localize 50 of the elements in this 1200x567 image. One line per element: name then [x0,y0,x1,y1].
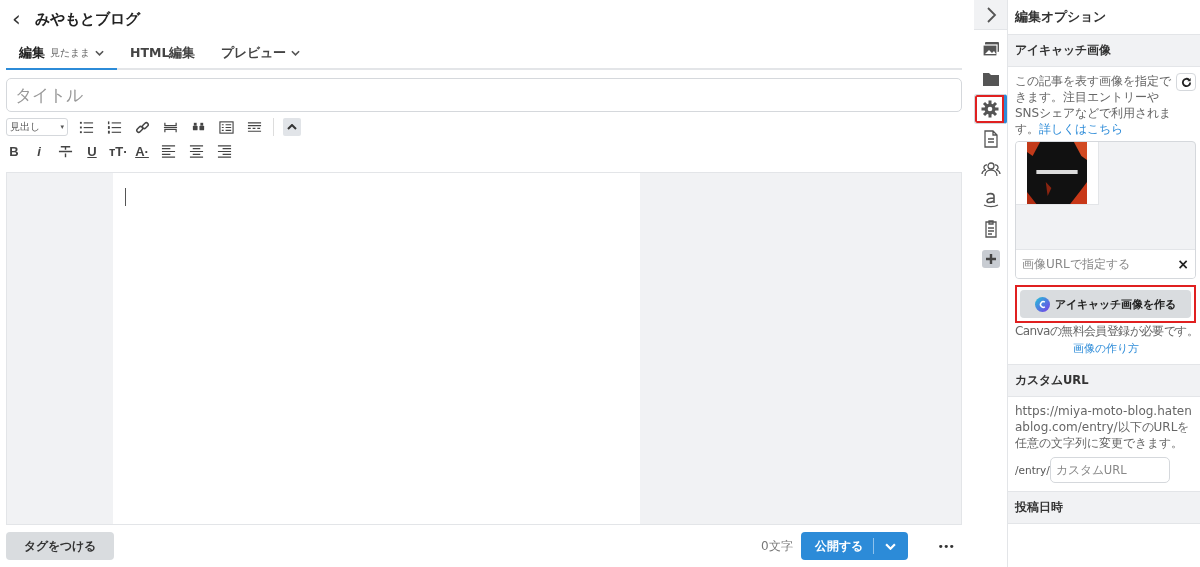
section-heading: カスタムURL [1008,365,1200,397]
bold-button[interactable]: B [6,143,22,159]
italic-button[interactable]: i [31,143,47,159]
refresh-icon [1180,76,1192,88]
numbers-icon[interactable] [107,119,122,135]
title-field[interactable]: タイトル [6,78,962,112]
text-cursor [125,188,126,206]
align-right-icon[interactable] [217,143,232,159]
learn-more-link[interactable]: 詳しくはこちら [1039,122,1123,136]
editor-tab[interactable]: 編集 見たまま [6,38,117,70]
custom-url-description: https://miya-moto-blog.hatenablog.com/entry/以下のURLを任意の文字列に変更できます。 [1015,403,1193,451]
more-button[interactable]: ••• [937,539,954,553]
blog-title: みやもとブログ [34,9,140,29]
character-count: 0文字 [760,537,793,555]
bullets-icon[interactable] [79,119,94,135]
align-center-icon[interactable] [189,143,204,159]
caret-icon [287,124,297,130]
link-icon[interactable] [135,119,150,135]
image-url-field[interactable]: 画像URLで指定する × [1016,249,1195,278]
collapse-toolbar-button[interactable] [283,118,301,136]
custom-url-field[interactable]: カスタムURL [1049,457,1170,483]
plus-icon [980,249,1001,269]
url-prefix: /entry/ [1015,464,1050,476]
more-icon[interactable] [247,119,262,135]
eyecatch-description: この記事を表す画像を指定できます。注目エントリーやSNSシェアなどで利用されます。詳しくはこちら [1015,73,1172,137]
textsize-button[interactable]: тT· [109,143,125,159]
strike-icon[interactable] [58,143,73,159]
image-thumbnail[interactable] [1016,142,1099,205]
how-to-link[interactable]: 画像の作り方 [1015,342,1196,356]
canva-logo-icon [1035,296,1050,312]
underline-button[interactable]: U [84,143,100,159]
textcolor-button[interactable]: A· [134,143,150,159]
editor-tab[interactable]: HTML編集 [117,38,209,70]
add-tags-button[interactable]: タグをつける [6,532,114,560]
back-button[interactable]: ‹ [12,8,21,30]
people-icon [980,159,1001,179]
gear-tab[interactable] [974,94,1007,124]
collapse-panel-button[interactable] [974,0,1007,30]
listbox-icon[interactable] [219,119,234,135]
refresh-button[interactable] [1176,73,1196,91]
canva-note: Canvaの無料会員登録が必要です。 [1015,323,1196,340]
create-eyecatch-button[interactable]: アイキャッチ画像を作る [1020,290,1191,318]
gear-icon [979,99,1000,119]
clear-button[interactable]: × [1177,256,1189,272]
section-heading: アイキャッチ画像 [1008,35,1200,67]
editor-tab[interactable]: プレビュー [208,38,314,70]
images-icon [980,39,1001,59]
caret-icon [885,542,897,550]
align-left-icon[interactable] [161,143,176,159]
section-heading: 投稿日時 [1008,492,1200,524]
